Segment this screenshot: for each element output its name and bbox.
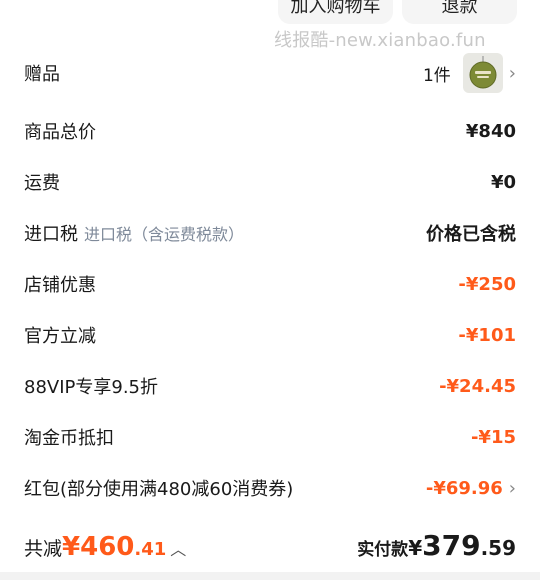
price-row-import-tax: 进口税 进口税（含运费税款） 价格已含税: [24, 218, 516, 248]
bottom-divider: [0, 572, 540, 580]
row-label: 运费: [24, 173, 60, 194]
summary-bar: 共减 ¥460 .41 ︿ 实付款 ¥ 379 .59: [24, 522, 516, 562]
price-row-official-discount: 官方立减 -¥101: [24, 320, 516, 350]
row-label: 店铺优惠: [24, 275, 96, 296]
total-reduce[interactable]: 共减 ¥460 .41 ︿: [24, 532, 186, 562]
price-row-shipping: 运费 ¥0: [24, 167, 516, 197]
gift-label: 赠品: [24, 64, 60, 85]
price-row-shop-discount: 店铺优惠 -¥250: [24, 269, 516, 299]
row-value: -¥15: [470, 426, 516, 448]
import-tax-label: 进口税: [24, 224, 78, 245]
total-reduce-amount: ¥460: [62, 532, 135, 562]
row-label: 红包(部分使用满480减60消费券): [24, 479, 294, 500]
total-reduce-decimal: .41: [134, 539, 167, 560]
row-label: 淘金币抵扣: [24, 428, 114, 449]
gift-value: 1件 ›: [423, 53, 516, 93]
refund-button[interactable]: 退款: [402, 0, 517, 24]
price-row-vip-discount: 88VIP专享9.5折 -¥24.45: [24, 371, 516, 401]
row-value: -¥69.96 ›: [426, 478, 516, 499]
paid-total: 实付款 ¥ 379 .59: [357, 529, 516, 562]
row-value: -¥250: [458, 273, 516, 295]
price-row-total: 商品总价 ¥840: [24, 116, 516, 146]
price-row-red-packet[interactable]: 红包(部分使用满480减60消费券) -¥69.96 ›: [24, 473, 516, 503]
chevron-right-icon: ›: [508, 62, 516, 84]
row-value: ¥0: [490, 171, 516, 193]
paid-decimal: .59: [480, 536, 516, 560]
gift-row[interactable]: 赠品 1件 ›: [24, 53, 516, 93]
row-label: 进口税 进口税（含运费税款）: [24, 220, 244, 246]
paid-amount: 379: [422, 529, 481, 562]
red-packet-amount: -¥69.96: [425, 477, 503, 499]
row-value: 价格已含税: [426, 224, 516, 245]
import-tax-note: 进口税（含运费税款）: [84, 225, 245, 244]
row-value: ¥840: [465, 120, 516, 142]
chevron-right-icon: ›: [508, 477, 516, 499]
row-value: -¥24.45: [439, 375, 516, 397]
watermark: 线报酷-new.xianbao.fun: [274, 30, 486, 51]
row-label: 88VIP专享9.5折: [24, 377, 159, 398]
paid-label: 实付款: [357, 540, 409, 560]
total-reduce-label: 共减: [24, 538, 63, 560]
gift-qty: 1件: [422, 65, 451, 86]
paid-currency: ¥: [408, 536, 423, 560]
row-label: 商品总价: [24, 122, 96, 143]
add-to-cart-button[interactable]: 加入购物车: [278, 0, 393, 24]
chevron-up-icon[interactable]: ︿: [170, 536, 186, 560]
top-action-bar: 加入购物车 退款: [0, 0, 540, 26]
row-value: -¥101: [458, 324, 516, 346]
row-label: 官方立减: [24, 326, 96, 347]
price-row-coin-deduct: 淘金币抵扣 -¥15: [24, 422, 516, 452]
gift-ornament-icon[interactable]: [462, 53, 503, 93]
